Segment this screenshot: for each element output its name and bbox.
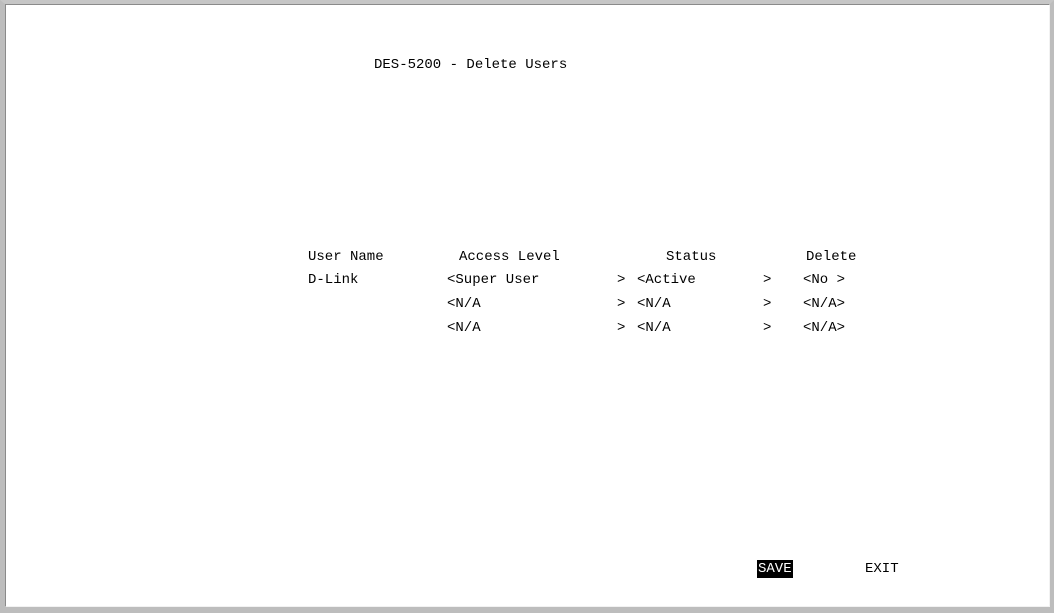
delete-field[interactable]: <N/A> bbox=[803, 319, 845, 337]
access-level-field-close[interactable]: > bbox=[617, 319, 625, 337]
access-level-field-close[interactable]: > bbox=[617, 271, 625, 289]
status-field[interactable]: <Active bbox=[637, 271, 696, 289]
header-status: Status bbox=[666, 249, 717, 265]
user-name-cell: D-Link bbox=[308, 272, 359, 288]
exit-button[interactable]: EXIT bbox=[865, 560, 899, 578]
status-field-close[interactable]: > bbox=[763, 271, 771, 289]
delete-field[interactable]: <No > bbox=[803, 271, 845, 289]
access-level-field[interactable]: <N/A bbox=[447, 319, 481, 337]
header-user-name: User Name bbox=[308, 249, 384, 265]
page-title: DES-5200 - Delete Users bbox=[374, 57, 568, 73]
header-access-level: Access Level bbox=[459, 249, 560, 265]
terminal-window: DES-5200 - Delete Users User Name Access… bbox=[0, 0, 1054, 613]
status-field-close[interactable]: > bbox=[763, 295, 771, 313]
header-delete: Delete bbox=[806, 249, 857, 265]
save-button[interactable]: SAVE bbox=[757, 560, 793, 578]
status-field[interactable]: <N/A bbox=[637, 295, 671, 313]
status-field[interactable]: <N/A bbox=[637, 319, 671, 337]
delete-field[interactable]: <N/A> bbox=[803, 295, 845, 313]
access-level-field-close[interactable]: > bbox=[617, 295, 625, 313]
access-level-field[interactable]: <Super User bbox=[447, 271, 539, 289]
access-level-field[interactable]: <N/A bbox=[447, 295, 481, 313]
status-field-close[interactable]: > bbox=[763, 319, 771, 337]
